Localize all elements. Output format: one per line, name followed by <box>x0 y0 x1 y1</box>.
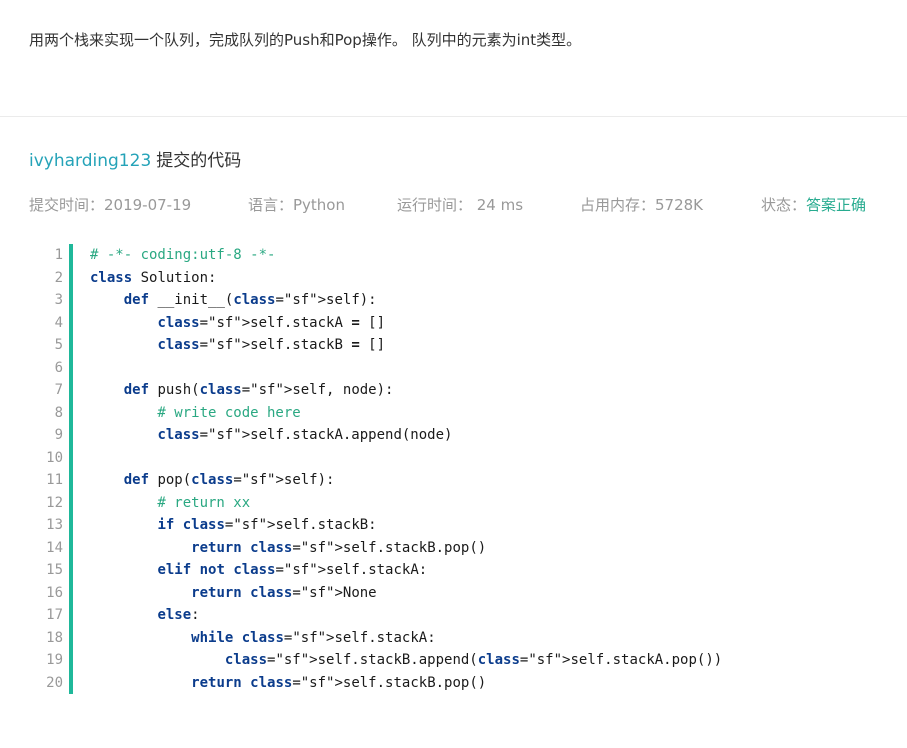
code-text: while class="sf">self.stackA: <box>191 629 436 646</box>
code-text: class="sf">self.stackA = [] <box>157 314 386 331</box>
run-time: 运行时间： 24 ms <box>397 196 524 214</box>
line-number: 18 <box>46 629 63 646</box>
problem-description: 用两个栈来实现一个队列，完成队列的Push和Pop操作。 队列中的元素为int类… <box>29 31 582 49</box>
code-line: 17 else: <box>29 604 879 627</box>
code-text: class="sf">self.stackB = [] <box>157 337 386 353</box>
line-number: 2 <box>54 269 63 286</box>
code-text: # return xx <box>90 494 251 511</box>
line-number: 10 <box>46 449 63 466</box>
language: 语言：Python <box>248 196 345 214</box>
code-line: 7 def push(class="sf">self, node): <box>29 379 879 402</box>
line-number: 14 <box>46 539 63 556</box>
code-text: class Solution: <box>90 269 217 286</box>
code-line: 12 # return xx <box>29 492 879 515</box>
status: 状态：答案正确 <box>761 194 866 215</box>
line-number: 7 <box>54 382 63 398</box>
code-text: return class="sf">self.stackB.pop() <box>191 674 487 691</box>
line-number: 4 <box>54 314 63 331</box>
code-line: 4 class="sf">self.stackA = [] <box>29 312 879 335</box>
code-line: 13 if class="sf">self.stackB: <box>29 514 879 537</box>
code-line: 2 class Solution: <box>29 267 879 290</box>
code-line: 19 class="sf">self.stackB.append(class="… <box>29 649 879 672</box>
line-number: 3 <box>54 292 63 308</box>
line-number: 19 <box>46 652 63 668</box>
code-line: 10 <box>29 447 879 470</box>
code-text: if class="sf">self.stackB: <box>157 517 377 533</box>
status-label: 状态： <box>761 196 807 214</box>
code-text: # -*- coding:utf-8 -*- <box>90 247 276 263</box>
code-line: 5 class="sf">self.stackB = [] <box>29 334 879 357</box>
line-number: 5 <box>54 337 63 353</box>
code-text: return class="sf">self.stackB.pop() <box>191 539 487 556</box>
submit-time: 提交时间：2019-07-19 <box>29 196 192 214</box>
code-text: return class="sf">None <box>191 584 377 601</box>
code-text: class="sf">self.stackA.append(node) <box>157 427 453 443</box>
code-text: def __init__(class="sf">self): <box>123 292 377 308</box>
code-line: 11 def pop(class="sf">self): <box>29 469 879 492</box>
code-text: def pop(class="sf">self): <box>123 472 335 488</box>
code-block: 1 # -*- coding:utf-8 -*- 2 class Solution: 3… <box>29 244 879 694</box>
line-number: 12 <box>46 494 63 511</box>
line-number: 9 <box>54 427 63 443</box>
line-number: 17 <box>46 607 63 623</box>
code-text: elif not class="sf">self.stackA: <box>157 562 428 578</box>
code-line: 6 <box>29 357 879 380</box>
code-line: 18 while class="sf">self.stackA: <box>29 627 879 650</box>
code-text: def push(class="sf">self, node): <box>123 382 394 398</box>
line-number: 1 <box>54 247 63 263</box>
code-line: 3 def __init__(class="sf">self): <box>29 289 879 312</box>
section-divider <box>0 116 907 117</box>
code-text: class="sf">self.stackB.append(class="sf"… <box>224 652 723 668</box>
code-line: 8 # write code here <box>29 402 879 425</box>
code-line: 1 # -*- coding:utf-8 -*- <box>29 244 879 267</box>
code-line: 20 return class="sf">self.stackB.pop() <box>29 672 879 695</box>
code-text: else: <box>157 607 200 623</box>
line-number: 11 <box>46 472 63 488</box>
username-link[interactable]: ivyharding123 <box>29 151 151 171</box>
line-number: 15 <box>46 562 63 578</box>
status-value: 答案正确 <box>806 196 867 214</box>
line-number: 8 <box>54 404 63 421</box>
line-number: 6 <box>54 359 63 376</box>
code-line: 15 elif not class="sf">self.stackA: <box>29 559 879 582</box>
submission-title-suffix: 提交的代码 <box>156 151 242 171</box>
memory-usage: 占用内存：5728K <box>580 196 704 214</box>
code-line: 16 return class="sf">None <box>29 582 879 605</box>
submission-header: ivyharding123 提交的代码 <box>29 146 241 171</box>
line-number: 16 <box>46 584 63 601</box>
line-number: 20 <box>46 674 63 691</box>
code-text: # write code here <box>90 404 301 421</box>
code-line: 14 return class="sf">self.stackB.pop() <box>29 537 879 560</box>
line-number: 13 <box>46 517 63 533</box>
code-line: 9 class="sf">self.stackA.append(node) <box>29 424 879 447</box>
